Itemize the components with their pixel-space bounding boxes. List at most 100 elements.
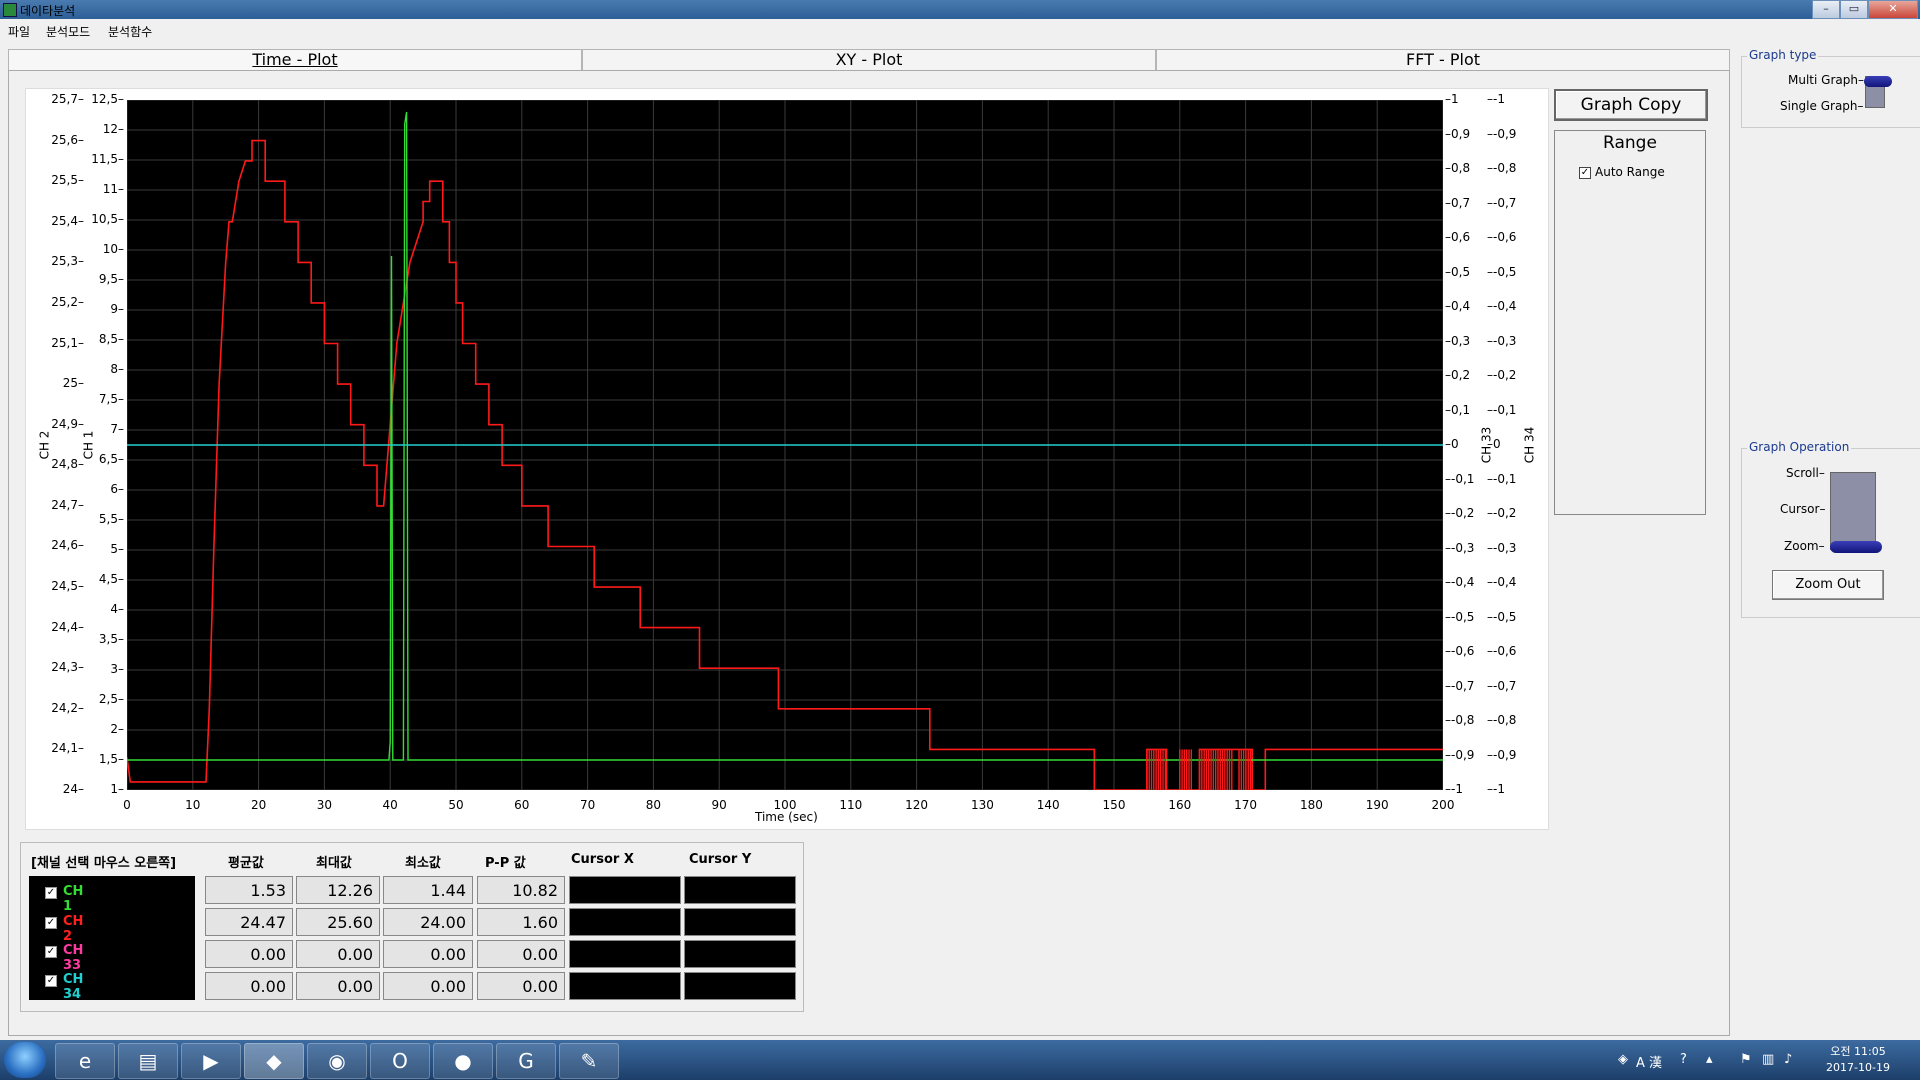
tray-date: 2017-10-19	[1826, 1061, 1890, 1074]
stat-cell-avg: 1.53	[205, 876, 293, 904]
maximize-button[interactable]: ▭	[1840, 0, 1868, 19]
app-icon-yellow[interactable]: ●	[433, 1043, 493, 1079]
ch34-tick-label: –-0,8	[1487, 161, 1517, 175]
menu-analysis-function[interactable]: 분석함수	[108, 23, 152, 40]
media-player-icon[interactable]: ▶	[181, 1043, 241, 1079]
volume-icon[interactable]: ♪	[1784, 1052, 1792, 1067]
ch34-tick-label: –-0,2	[1487, 506, 1517, 520]
ch2-tick-label: 25,1–	[51, 335, 84, 350]
ime-indicator[interactable]: A 漢	[1636, 1052, 1662, 1071]
ch33-tick-label: –-0,5	[1445, 609, 1475, 624]
graph-operation-switch[interactable]	[1830, 472, 1876, 550]
window-title: 데이타분석	[20, 4, 76, 18]
stat-cell-min: 1.44	[383, 876, 473, 904]
go-app-icon[interactable]: G	[496, 1043, 556, 1079]
ch1-tick-label: 5–	[110, 542, 124, 556]
multi-graph-label: Multi Graph–	[1788, 73, 1864, 87]
minimize-button[interactable]: –	[1812, 0, 1840, 19]
ch1-tick-label: 3–	[110, 662, 124, 676]
menu-file[interactable]: 파일	[8, 23, 30, 40]
ch33-tick-label: –0,7	[1445, 195, 1471, 210]
ch2-tick-label: 24,3–	[51, 660, 84, 675]
ch1-tick-label: 11–	[102, 182, 124, 196]
ch1-tick-label: 9,5–	[98, 272, 124, 286]
channel-ch34-checkbox[interactable]: ✓	[45, 975, 57, 987]
ch33-tick-label: –0,2	[1445, 368, 1471, 382]
ch1-tick-label: 5,5–	[98, 512, 124, 526]
ch33-tick-label: –0,6	[1445, 230, 1471, 244]
shield-icon[interactable]: ◈	[1618, 1052, 1628, 1067]
cursor-y-cell	[684, 940, 796, 968]
graph-copy-button[interactable]: Graph Copy	[1554, 89, 1708, 121]
stat-cell-avg: 24.47	[205, 908, 293, 936]
outlook-icon[interactable]: O	[370, 1043, 430, 1079]
x-tick-label: 60	[514, 798, 530, 812]
tab-time-plot[interactable]: Time - Plot	[8, 49, 582, 72]
zoom-out-button[interactable]: Zoom Out	[1772, 570, 1884, 600]
cursor-x-cell	[569, 972, 681, 1000]
x-tick-label: 140	[1036, 798, 1060, 812]
ch33-tick-label: –-0,6	[1445, 644, 1475, 658]
ch1-tick-label: 4–	[110, 602, 124, 616]
ch1-tick-label: 10,5–	[91, 212, 124, 226]
stat-cell-max: 0.00	[296, 940, 380, 968]
x-tick-label: 190	[1365, 798, 1389, 812]
help-icon[interactable]: ?	[1680, 1052, 1687, 1067]
tray-clock[interactable]: 오전 11:05 2017-10-19	[1818, 1044, 1898, 1076]
explorer-icon[interactable]: ▤	[118, 1043, 178, 1079]
ch33-tick-label: –0,4	[1445, 299, 1471, 313]
ch33-tick-label: –-0,2	[1445, 506, 1475, 520]
auto-range-checkbox[interactable]: ✓	[1579, 167, 1591, 179]
graph-type-group	[1741, 56, 1920, 128]
ch2-tick-label: 24,2–	[51, 700, 84, 715]
channel-ch1-checkbox[interactable]: ✓	[45, 887, 57, 899]
x-tick-label: 70	[579, 798, 596, 812]
x-tick-label: 50	[448, 798, 464, 812]
stat-cell-pp: 0.00	[477, 972, 565, 1000]
x-tick-label: 110	[839, 798, 863, 812]
ch33-tick-label: –-1	[1445, 782, 1463, 796]
ch34-tick-label: –-0,3	[1487, 333, 1517, 348]
graph-type-switch-knob[interactable]	[1864, 76, 1892, 87]
tab-xy-plot[interactable]: XY - Plot	[582, 49, 1156, 70]
close-button[interactable]: ✕	[1868, 0, 1918, 19]
header-maximum: 최대값	[316, 856, 352, 871]
tab-fft-plot[interactable]: FFT - Plot	[1156, 49, 1730, 70]
x-tick-label: 180	[1299, 798, 1323, 812]
ch1-tick-label: 9–	[110, 302, 124, 316]
ch34-tick-label: –-0,6	[1487, 644, 1517, 658]
ch1-tick-label: 6,5–	[98, 452, 124, 466]
ch2-tick-label: 24,6–	[51, 538, 84, 553]
x-tick-label: 20	[250, 798, 267, 812]
menu-analysis-mode[interactable]: 분석모드	[46, 23, 90, 40]
ch33-tick-label: –0,8	[1445, 161, 1471, 175]
ch2-tick-label: 25,7–	[51, 92, 84, 106]
chrome-icon[interactable]: ◉	[307, 1043, 367, 1079]
ch34-tick-label: –-1	[1487, 92, 1505, 106]
ch34-tick-label: –-0,4	[1487, 299, 1517, 313]
x-tick-label: 160	[1168, 798, 1192, 812]
x-tick-label: 170	[1234, 798, 1258, 812]
ch1-tick-label: 11,5–	[91, 152, 124, 166]
range-title: Range	[1603, 133, 1657, 153]
channel-ch33-label: CH 33	[63, 943, 84, 973]
channel-ch33-checkbox[interactable]: ✓	[45, 946, 57, 958]
x-tick-label: 10	[185, 798, 201, 812]
ch2-tick-label: 24–	[62, 782, 84, 796]
ie-icon[interactable]: e	[55, 1043, 115, 1079]
graph-operation-switch-knob[interactable]	[1830, 541, 1882, 553]
header-cursor-x: Cursor X	[571, 852, 634, 867]
show-hidden-icons-icon[interactable]: ▴	[1706, 1052, 1713, 1067]
paint-icon[interactable]: ✎	[559, 1043, 619, 1079]
x-tick-label: 0	[123, 798, 131, 812]
ch1-tick-label: 8–	[110, 362, 124, 376]
network-icon[interactable]: ▥	[1762, 1052, 1774, 1067]
start-button[interactable]	[4, 1042, 46, 1078]
plot-area[interactable]	[126, 99, 1444, 791]
ch34-tick-label: –-0,7	[1487, 195, 1517, 210]
ch1-tick-label: 7,5–	[98, 392, 124, 406]
flag-icon[interactable]: ⚑	[1740, 1052, 1752, 1067]
zoom-label: Zoom–	[1784, 539, 1825, 553]
analysis-app-icon[interactable]: ◆	[244, 1043, 304, 1079]
channel-ch2-checkbox[interactable]: ✓	[45, 917, 57, 929]
